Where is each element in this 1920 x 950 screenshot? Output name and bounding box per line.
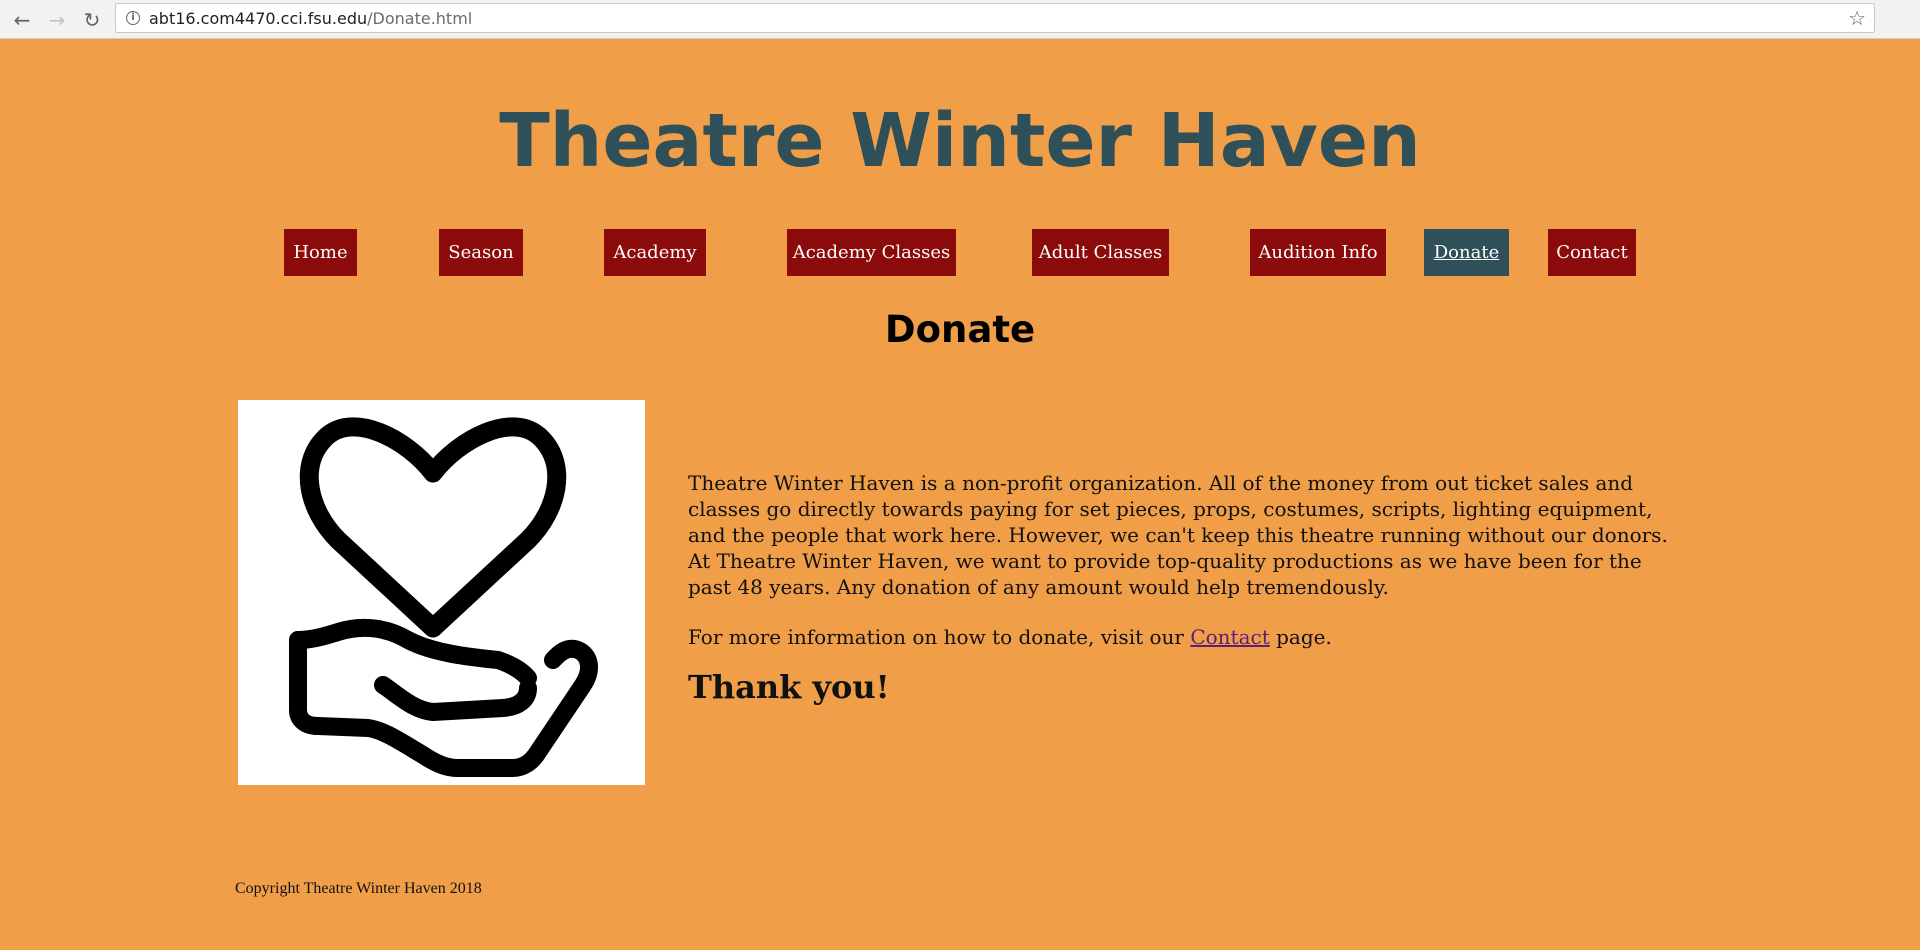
page-heading: Donate (884, 308, 1036, 351)
nav-academy[interactable]: Academy (604, 229, 706, 276)
contact-link[interactable]: Contact (1190, 625, 1269, 649)
donate-image (238, 400, 645, 785)
contact-text-before: For more information on how to donate, v… (688, 625, 1191, 649)
nav-audition-info[interactable]: Audition Info (1250, 229, 1386, 276)
reload-icon[interactable]: ↻ (78, 6, 106, 34)
site-title: Theatre Winter Haven (499, 98, 1421, 184)
donate-description: Theatre Winter Haven is a non-profit org… (688, 471, 1668, 599)
copyright: Copyright Theatre Winter Haven 2018 (235, 880, 482, 897)
info-icon[interactable]: i (126, 11, 140, 25)
heart-in-hand-icon (289, 417, 598, 777)
url-domain: abt16.com4470.cci.fsu.edu (149, 9, 368, 28)
nav-home[interactable]: Home (284, 229, 357, 276)
contact-text-after: page. (1269, 625, 1332, 649)
forward-icon[interactable]: → (43, 6, 71, 34)
url-text[interactable]: abt16.com4470.cci.fsu.edu/Donate.html (149, 9, 472, 28)
nav-adult-classes[interactable]: Adult Classes (1032, 229, 1169, 276)
donate-contact-info: For more information on how to donate, v… (688, 624, 1678, 650)
address-bar[interactable]: i abt16.com4470.cci.fsu.edu/Donate.html … (115, 3, 1875, 33)
nav-season[interactable]: Season (439, 229, 523, 276)
nav-contact[interactable]: Contact (1548, 229, 1636, 276)
nav-donate[interactable]: Donate (1424, 229, 1509, 276)
url-path: /Donate.html (367, 9, 473, 28)
star-icon[interactable]: ☆ (1848, 6, 1866, 30)
back-icon[interactable]: ← (8, 6, 36, 34)
browser-toolbar: ← → ↻ i abt16.com4470.cci.fsu.edu/Donate… (0, 0, 1920, 39)
donate-content: Theatre Winter Haven is a non-profit org… (688, 470, 1678, 706)
nav-academy-classes[interactable]: Academy Classes (787, 229, 956, 276)
thank-you-heading: Thank you! (688, 668, 890, 706)
